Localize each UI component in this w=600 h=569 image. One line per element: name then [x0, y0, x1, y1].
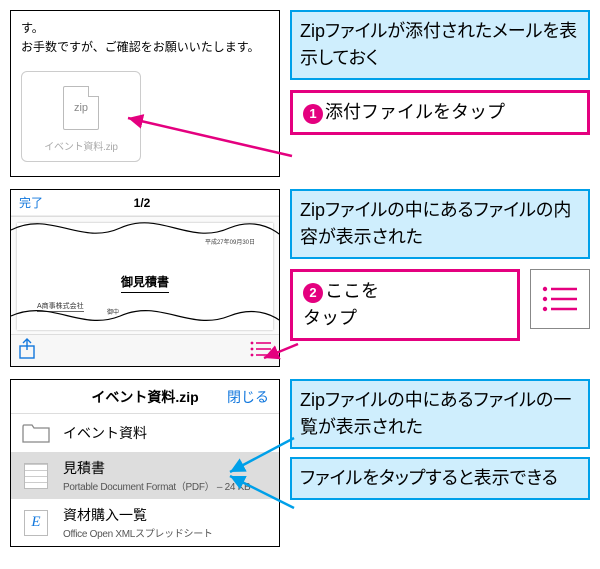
file-ext: zip [64, 102, 98, 114]
doc-honorific: 御中 [107, 307, 119, 316]
email-line1: す。 [21, 21, 44, 35]
doc-company: A商事株式会社 [37, 301, 84, 312]
archive-title: イベント資料.zip [91, 387, 198, 407]
email-line2: お手数ですが、ご確認をお願いいたします。 [21, 40, 260, 54]
row-name: 資材購入一覧 [63, 505, 213, 525]
page-indicator: 1/2 [43, 196, 241, 210]
list-icon[interactable] [249, 340, 273, 361]
document-icon [24, 463, 48, 489]
screenshot-email: す。 お手数ですが、ご確認をお願いいたします。 zip イベント資料.zip [10, 10, 280, 177]
callout-tap-attachment: 1添付ファイルをタップ [290, 90, 590, 135]
folder-icon [22, 423, 50, 443]
step-badge-2: 2 [303, 283, 323, 303]
callout-contents-displayed: Zipファイルの中にあるファイルの内容が表示された [290, 189, 590, 259]
list-header: イベント資料.zip 閉じる [11, 380, 279, 414]
list-item[interactable]: 見積書 Portable Document Format（PDF） – 24 K… [11, 452, 279, 499]
share-icon[interactable] [17, 338, 37, 363]
callout-tap-attachment-text: 添付ファイルをタップ [325, 102, 505, 122]
email-body: す。 お手数ですが、ご確認をお願いいたします。 [21, 19, 269, 57]
document-page: 平成27年09月30日 御見積書 A商事株式会社 御中 [17, 223, 273, 330]
list-item[interactable]: E 資材購入一覧 Office Open XMLスプレッドシート [11, 499, 279, 546]
row-sub: Office Open XMLスプレッドシート [63, 525, 213, 540]
callout-list-displayed: Zipファイルの中にあるファイルの一覧が表示された [290, 379, 590, 449]
close-button[interactable]: 閉じる [227, 387, 269, 407]
callout-tap-here: 2ここを タップ [290, 269, 520, 341]
done-button[interactable]: 完了 [19, 194, 43, 211]
attachment-tile[interactable]: zip イベント資料.zip [21, 71, 141, 162]
callout-tap-here-l1: ここを [325, 281, 379, 301]
spreadsheet-icon: E [24, 510, 48, 536]
screenshot-preview: 完了 1/2 平成27年09月30日 御見積書 A商事株式会社 御中 [10, 189, 280, 367]
row-sub: Portable Document Format（PDF） – 24 KB [63, 478, 250, 493]
doc-date: 平成27年09月30日 [205, 237, 255, 246]
callout-tap-to-display: ファイルをタップすると表示できる [290, 457, 590, 500]
attachment-name: イベント資料.zip [26, 138, 136, 153]
callout-tap-here-l2: タップ [303, 308, 357, 328]
list-item[interactable]: イベント資料 [11, 414, 279, 452]
list-icon-enlarged [530, 269, 590, 329]
document-preview-area: 平成27年09月30日 御見積書 A商事株式会社 御中 [11, 216, 279, 336]
doc-title: 御見積書 [121, 273, 169, 290]
callout-display-zip-mail: Zipファイルが添付されたメールを表示しておく [290, 10, 590, 80]
row-name: イベント資料 [63, 423, 147, 443]
zip-file-icon: zip [63, 86, 99, 130]
row-name: 見積書 [63, 458, 250, 478]
step-badge-1: 1 [303, 104, 323, 124]
screenshot-file-list: イベント資料.zip 閉じる イベント資料 見積書 Portable Docum… [10, 379, 280, 547]
